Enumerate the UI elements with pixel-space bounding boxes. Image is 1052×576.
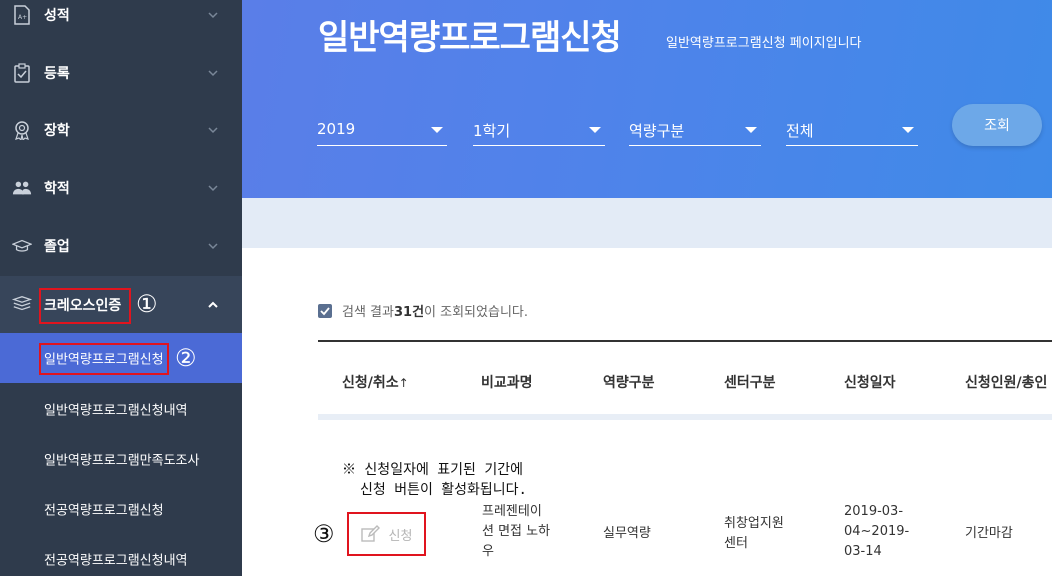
search-button[interactable]: 조회 (952, 104, 1042, 146)
category-select-value: 역량구분 (629, 122, 685, 140)
cell-center: 취창업지원 센터 (724, 514, 784, 554)
column-header-apply-cancel[interactable]: 신청/취소↑ (342, 372, 409, 392)
chevron-down-icon (208, 185, 218, 192)
note-line-2: 신청 버튼이 활성화됩니다. (360, 482, 527, 498)
highlight-box-1 (39, 288, 131, 324)
apply-button[interactable]: 신청 (347, 512, 426, 556)
edit-icon (360, 525, 380, 542)
registration-check-icon (12, 63, 32, 83)
sidebar-item-label: 등록 (44, 66, 70, 82)
page-subtitle: 일반역량프로그램신청 페이지입니다 (666, 36, 862, 51)
caret-down-icon (902, 127, 914, 133)
grade-document-icon: A+ (12, 5, 32, 25)
header-band (242, 198, 1052, 248)
apply-button-content: 신청 (360, 525, 413, 544)
year-select[interactable]: 2019 (317, 112, 447, 146)
sidebar-item-label: 장학 (44, 123, 70, 139)
year-select-value: 2019 (317, 120, 356, 138)
sidebar-subitem-major-program-history[interactable]: 전공역량프로그램신청내역 (0, 534, 242, 576)
svg-text:A+: A+ (18, 14, 27, 21)
date-line: 03-14 (844, 544, 882, 559)
stack-icon (12, 294, 32, 314)
chevron-down-icon (208, 127, 218, 134)
center-line: 취창업지원 (724, 516, 784, 531)
sidebar-subitem-general-program-history[interactable]: 일반역량프로그램신청내역 (0, 384, 242, 434)
table-header-bottom (318, 414, 1052, 420)
highlight-box-2 (39, 343, 169, 375)
caret-down-icon (431, 127, 443, 133)
column-header-apply-date: 신청일자 (844, 375, 896, 391)
semester-select[interactable]: 1학기 (473, 112, 605, 146)
chevron-down-icon (208, 12, 218, 19)
cell-apply-date: 2019-03- 04~2019- 03-14 (844, 502, 909, 562)
sidebar-subitem-major-program-apply[interactable]: 전공역량프로그램신청 (0, 484, 242, 534)
checkbox-checked-icon (318, 303, 332, 318)
cell-competency: 실무역량 (603, 526, 651, 541)
result-count: 31건 (393, 305, 425, 320)
program-line: 우 (482, 544, 494, 559)
sidebar-item-scholarship[interactable]: 장학 (0, 101, 242, 159)
column-header-applicants: 신청인원/총인 (965, 375, 1048, 391)
apply-period-note: ※ 신청일자에 표기된 기간에 신청 버튼이 활성화됩니다. (342, 460, 527, 500)
result-prefix: 검색 결과 (342, 305, 394, 320)
sidebar-item-academic-record[interactable]: 학적 (0, 159, 242, 217)
people-icon (12, 178, 32, 198)
sidebar-subitem-label: 일반역량프로그램신청내역 (44, 403, 188, 419)
sidebar-item-label: 성적 (44, 8, 70, 24)
table-top-divider (318, 340, 1052, 342)
sidebar: A+ 성적 등록 장학 학적 졸업 크레오스인증 ① 일반역량프로그램신청 ② … (0, 0, 242, 576)
annotation-number-2: ② (175, 344, 197, 372)
all-select-value: 전체 (786, 122, 814, 140)
page-title: 일반역량프로그램신청 (318, 18, 622, 58)
caret-down-icon (745, 127, 757, 133)
caret-down-icon (589, 127, 601, 133)
chevron-up-icon (208, 301, 218, 308)
program-line: 션 면접 노하 (482, 524, 551, 539)
sidebar-item-registration[interactable]: 등록 (0, 44, 242, 102)
result-suffix: 이 조회되었습니다. (424, 305, 528, 320)
sidebar-item-grades[interactable]: A+ 성적 (0, 0, 242, 44)
date-line: 04~2019- (844, 524, 910, 539)
column-header-program-name: 비교과명 (481, 375, 533, 391)
graduation-cap-icon (12, 236, 32, 256)
sidebar-subitem-general-program-survey[interactable]: 일반역량프로그램만족도조사 (0, 434, 242, 484)
search-result-summary: 검색 결과 31건 이 조회되었습니다. (318, 301, 528, 320)
semester-select-value: 1학기 (473, 122, 511, 140)
page-header: 일반역량프로그램신청 일반역량프로그램신청 페이지입니다 2019 1학기 역량… (242, 0, 1052, 198)
all-select[interactable]: 전체 (786, 112, 918, 146)
category-select[interactable]: 역량구분 (629, 112, 761, 146)
center-line: 센터 (724, 536, 748, 551)
note-line-1: ※ 신청일자에 표기된 기간에 (342, 462, 523, 478)
sidebar-subitem-label: 일반역량프로그램만족도조사 (44, 453, 200, 469)
sidebar-subitem-label: 전공역량프로그램신청내역 (44, 553, 188, 569)
column-header-competency: 역량구분 (603, 375, 655, 391)
annotation-number-3: ③ (313, 520, 335, 548)
scholarship-medal-icon (12, 120, 32, 140)
chevron-down-icon (208, 243, 218, 250)
cell-program-name: 프레젠테이 션 면접 노하 우 (482, 502, 550, 562)
column-header-label: 신청/취소 (342, 375, 399, 391)
program-line: 프레젠테이 (482, 504, 542, 519)
column-header-center: 센터구분 (724, 375, 776, 391)
annotation-number-1: ① (136, 290, 158, 318)
sidebar-item-label: 학적 (44, 181, 70, 197)
sidebar-item-label: 졸업 (44, 239, 70, 255)
apply-button-label: 신청 (388, 528, 413, 544)
date-line: 2019-03- (844, 504, 904, 519)
sidebar-subitem-label: 전공역량프로그램신청 (44, 503, 164, 519)
cell-status: 기간마감 (965, 526, 1013, 541)
chevron-down-icon (208, 70, 218, 77)
sort-arrow-icon: ↑ (398, 376, 409, 390)
sidebar-item-graduation[interactable]: 졸업 (0, 217, 242, 275)
